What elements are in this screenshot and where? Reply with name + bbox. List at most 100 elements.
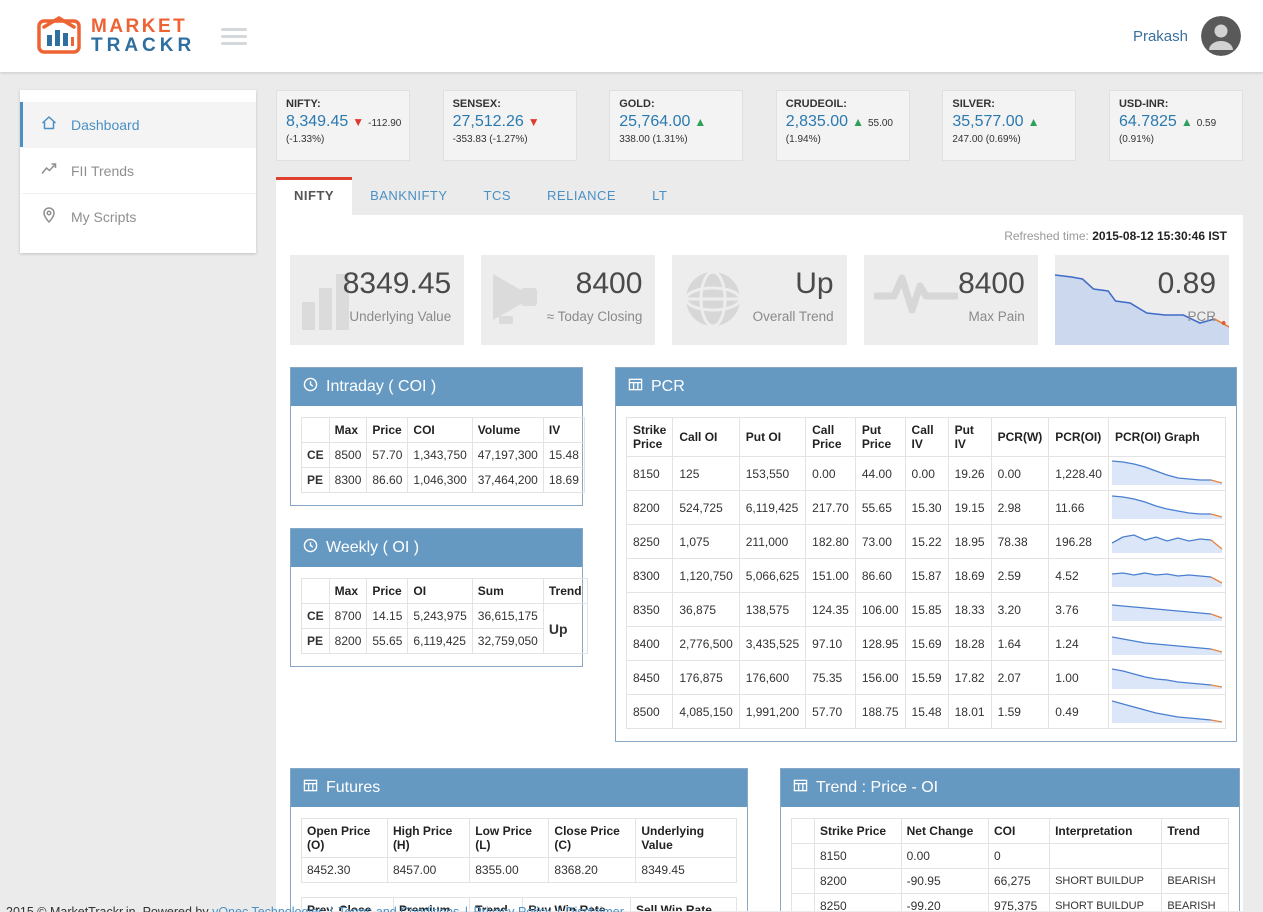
brand-text: MARKET TRACKR: [91, 17, 195, 56]
table-cell: 1.59: [991, 695, 1049, 729]
table-cell: 78.38: [991, 525, 1049, 559]
up-arrow-icon: ▲: [1181, 115, 1193, 129]
hamburger-icon[interactable]: [221, 24, 247, 49]
column-header: Call OI: [673, 418, 739, 457]
column-header: Open Price (O): [302, 819, 388, 858]
table-cell: 5,066,625: [739, 559, 805, 593]
footer-link-privacy[interactable]: Privacy Policy: [474, 905, 552, 912]
refreshed-time-label: Refreshed time:: [1004, 229, 1089, 243]
ticker-value: 8,349.45: [286, 113, 348, 131]
tab-tcs[interactable]: TCS: [466, 177, 530, 215]
pcr-oi-sparkline: [1112, 629, 1222, 655]
column-header: [302, 579, 330, 604]
tab-reliance[interactable]: RELIANCE: [529, 177, 634, 215]
table-cell: 8300: [329, 468, 367, 493]
tab-nifty[interactable]: NIFTY: [276, 177, 352, 215]
pcr-oi-sparkline: [1112, 527, 1222, 553]
table-icon: [628, 377, 643, 397]
table-cell: 1,991,200: [739, 695, 805, 729]
table-cell: SHORT BUILDUP: [1050, 869, 1162, 894]
sidebar-item-fii-trends[interactable]: FII Trends: [20, 147, 256, 193]
table-cell: CE: [302, 443, 330, 468]
user-name[interactable]: Prakash: [1133, 28, 1188, 45]
heartbeat-icon: [874, 268, 958, 323]
table-cell: 97.10: [806, 627, 856, 661]
stat-card-row: 8349.45 Underlying Value 8400 ≈ Today Cl…: [290, 255, 1229, 345]
table-cell: 8355.00: [470, 858, 549, 883]
intraday-coi-panel: Intraday ( COI ) MaxPriceCOIVolumeIVCE85…: [290, 367, 583, 506]
stat-card-underlying-value: 8349.45 Underlying Value: [290, 255, 464, 345]
table-cell: 176,875: [673, 661, 739, 695]
table-cell: 66,275: [988, 869, 1049, 894]
tab-lt[interactable]: LT: [634, 177, 685, 215]
table-cell: 8150: [815, 844, 902, 869]
table-cell: 1,228.40: [1049, 457, 1109, 491]
table-cell: 86.60: [367, 468, 408, 493]
footer-link-disclaimer[interactable]: Disclaimer: [566, 905, 624, 912]
table-cell: 8457.00: [387, 858, 469, 883]
table-cell: PE: [302, 468, 330, 493]
table-cell: 36,615,175: [472, 604, 543, 629]
table-cell: 15.69: [905, 627, 948, 661]
table-cell: 18.28: [948, 627, 991, 661]
table-cell: 55.65: [367, 629, 408, 654]
table-cell: [1050, 844, 1162, 869]
table-row: 8200-90.9566,275SHORT BUILDUPBEARISH: [792, 869, 1229, 894]
column-header: Volume: [472, 418, 543, 443]
table-row: 85004,085,1501,991,20057.70188.7515.4818…: [627, 695, 1226, 729]
header-row: Open Price (O)High Price (H)Low Price (L…: [302, 819, 737, 858]
table-cell: [1108, 559, 1225, 593]
main-content: NIFTY: 8,349.45 ▼ -112.90 (-1.33%) SENSE…: [276, 90, 1243, 911]
column-header: Call Price: [806, 418, 856, 457]
panel-title: Weekly ( OI ): [326, 539, 419, 557]
futures-panel: Futures Open Price (O)High Price (H)Low …: [290, 768, 748, 911]
tab-banknifty[interactable]: BANKNIFTY: [352, 177, 465, 215]
avatar[interactable]: [1201, 16, 1241, 56]
table-row: CE870014.155,243,97536,615,175Up: [302, 604, 588, 629]
stat-value: 0.89: [1158, 267, 1216, 301]
stat-value: Up: [795, 267, 833, 301]
user-menu: Prakash: [1133, 16, 1241, 56]
sidebar-item-label: Dashboard: [71, 117, 140, 133]
stat-value: 8349.45: [343, 267, 451, 301]
sidebar-item-my-scripts[interactable]: My Scripts: [20, 193, 256, 239]
weekly-panel-header: Weekly ( OI ): [291, 529, 582, 567]
table-cell: 2,776,500: [673, 627, 739, 661]
ticker-percent: (1.94%): [786, 134, 900, 145]
column-header: [302, 418, 330, 443]
table-cell: -90.95: [901, 869, 988, 894]
table-icon: [793, 778, 808, 798]
stat-card-today-closing: 8400 ≈ Today Closing: [481, 255, 655, 345]
ticker-value: 2,835.00: [786, 113, 848, 131]
footer-separator: |: [465, 905, 468, 912]
panel-title: Futures: [326, 779, 380, 797]
header-row: Strike PriceCall OIPut OICall PricePut P…: [627, 418, 1226, 457]
column-header: Strike Price: [627, 418, 673, 457]
sidebar-item-dashboard[interactable]: Dashboard: [20, 102, 256, 147]
table-cell: 8500: [329, 443, 367, 468]
market-ticker-strip: NIFTY: 8,349.45 ▼ -112.90 (-1.33%) SENSE…: [276, 90, 1243, 161]
table-cell: 125: [673, 457, 739, 491]
futures-panel-header: Futures: [291, 769, 747, 807]
pcr-oi-sparkline: [1112, 697, 1222, 723]
table-cell: [792, 844, 815, 869]
ticker-percent: 247.00 (0.69%): [952, 134, 1066, 145]
brand-logo: MARKET TRACKR: [36, 13, 195, 60]
footer-link-terms[interactable]: Terms and Conditions: [338, 905, 459, 912]
pcr-oi-sparkline: [1112, 595, 1222, 621]
brand-line-1: MARKET: [91, 17, 195, 36]
intraday-table: MaxPriceCOIVolumeIVCE850057.701,343,7504…: [301, 417, 585, 493]
table-cell: [1108, 695, 1225, 729]
table-row: 835036,875138,575124.35106.0015.8518.333…: [627, 593, 1226, 627]
ticker-percent: (0.91%): [1119, 134, 1233, 145]
table-cell: 15.59: [905, 661, 948, 695]
table-cell: 1,075: [673, 525, 739, 559]
table-cell: 73.00: [855, 525, 905, 559]
globe-icon: [682, 268, 744, 335]
footer-link-vonec[interactable]: vOnec Technologies: [212, 905, 324, 912]
ticker-value: 25,764.00: [619, 113, 690, 131]
top-bar: MARKET TRACKR Prakash: [0, 0, 1263, 72]
table-cell: 8500: [627, 695, 673, 729]
table-cell: 524,725: [673, 491, 739, 525]
pcr-oi-sparkline: [1112, 459, 1222, 485]
